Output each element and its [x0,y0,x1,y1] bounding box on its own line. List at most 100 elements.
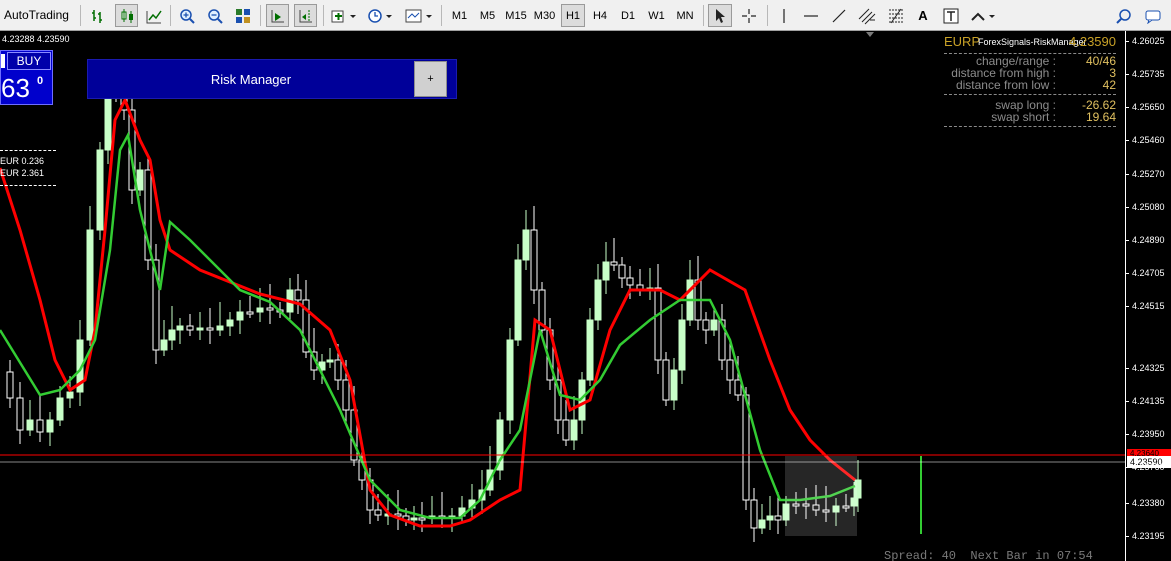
line-chart-button[interactable] [143,4,165,27]
divider [0,150,56,151]
equidistant-channel-tool-button[interactable] [855,4,879,27]
line-chart-icon [146,10,162,23]
vertical-line-icon [783,8,785,23]
candle-body [506,339,514,421]
stats-label: distance from low : [955,78,1056,92]
axis-tick [1125,467,1129,468]
tab-mn-label: MN [676,9,694,22]
candle-body [562,419,570,441]
stats-value: 19.64 [1085,110,1116,124]
text-label-icon [943,8,959,23]
tab-mn[interactable]: MN [672,4,698,27]
risk-manager-expand-button[interactable]: + [414,61,447,97]
toolbar: AutoTrading M1 M5 M15 M30 H1 H4 D1 W1 MN… [0,0,1171,31]
periods-button[interactable] [365,4,395,27]
axis-price-label: 4.24890 [1132,235,1165,245]
axis-price-label: 4.23760 [1132,462,1165,472]
candle-body [702,319,710,331]
tab-d1[interactable]: D1 [616,4,640,27]
vertical-line-tool-button[interactable] [773,4,795,27]
axis-tick [1125,174,1129,175]
candle-body [176,325,184,331]
tile-windows-button[interactable] [232,4,254,27]
candle-body [326,359,334,363]
axis-tick [1125,503,1129,504]
tab-m15[interactable]: M15 [503,4,529,27]
chat-button[interactable] [1141,4,1165,27]
candle-body [6,371,14,399]
buy-button[interactable]: BUY [7,52,51,70]
chat-icon [1145,10,1161,24]
axis-price-label: 4.25270 [1132,169,1165,179]
tab-m5[interactable]: M5 [475,4,500,27]
zoom-out-button[interactable] [204,4,226,27]
tab-m15-label: M15 [505,9,527,22]
candle-body [678,319,686,371]
equidistant-channel-icon [858,8,876,24]
axis-price-label: 4.24325 [1132,363,1165,373]
fibonacci-tool-button[interactable] [884,4,908,27]
tab-d1-label: D1 [620,9,636,22]
indicators-button[interactable] [329,4,359,27]
stats-symbol: EURP [944,34,981,49]
position-info-line-1: EUR 0.236 [0,156,45,166]
tile-windows-icon [236,8,250,23]
arrows-tool-button[interactable] [968,4,1000,27]
divider [0,185,56,186]
axis-tick [1125,41,1129,42]
selection-box [785,456,857,536]
candlestick-button[interactable] [115,4,138,27]
tab-m1[interactable]: M1 [447,4,472,27]
zoom-in-button[interactable] [176,4,198,27]
candle-body [654,287,662,361]
candle-body [602,261,610,281]
tab-h1-label: H1 [565,9,581,22]
horizontal-line-tool-button[interactable] [800,4,822,27]
axis-price-label: 4.25650 [1132,102,1165,112]
tab-m1-label: M1 [451,9,468,22]
stats-label: swap short : [991,110,1056,124]
candle-body [670,369,678,401]
buy-panel-handle[interactable] [1,54,5,68]
toolbar-separator [441,5,442,26]
candle-body [410,517,418,521]
tab-m5-label: M5 [479,9,496,22]
candle-body [750,499,758,529]
tab-w1-label: W1 [648,9,665,22]
tab-m30[interactable]: M30 [531,4,558,27]
candle-body [206,327,214,331]
text-label-tool-button[interactable] [940,4,962,27]
bar-chart-button[interactable] [88,4,110,27]
risk-manager-title[interactable]: Risk Manager [88,60,414,98]
toolbar-separator [170,5,171,26]
cursor-tool-button[interactable] [708,4,732,27]
axis-price-label: 4.25080 [1132,202,1165,212]
autotrading-button[interactable]: AutoTrading [0,3,76,27]
candle-body [618,264,626,279]
toolbar-separator [260,5,261,26]
candle-body [514,259,522,341]
axis-tick [1125,273,1129,274]
symbol-stats-panel: EURP ForexSignals-RiskManager 4.23590 ch… [944,33,1116,129]
trendline-icon [832,9,846,22]
templates-button[interactable] [403,4,435,27]
price-axis[interactable]: 4.23640 4.23590 4.26025 4.25735 4.25650 4.2… [1125,31,1171,561]
text-tool-button[interactable]: A [912,4,934,27]
axis-tick [1125,368,1129,369]
chart-shift-button[interactable] [294,4,317,27]
tab-h1[interactable]: H1 [561,4,585,27]
candle-body [26,419,34,431]
zoom-in-icon [180,8,195,24]
tab-h4[interactable]: H4 [588,4,612,27]
search-button[interactable] [1112,4,1136,27]
axis-price-label: 4.23380 [1132,498,1165,508]
chart-shift-marker[interactable] [866,32,874,37]
tab-w1[interactable]: W1 [644,4,669,27]
toolbar-separator [703,5,704,26]
autoscroll-button[interactable] [266,4,289,27]
crosshair-tool-button[interactable] [737,4,761,27]
candle-body [710,319,718,331]
candle-body [186,325,194,331]
trendline-tool-button[interactable] [828,4,850,27]
cursor-icon [716,8,725,23]
